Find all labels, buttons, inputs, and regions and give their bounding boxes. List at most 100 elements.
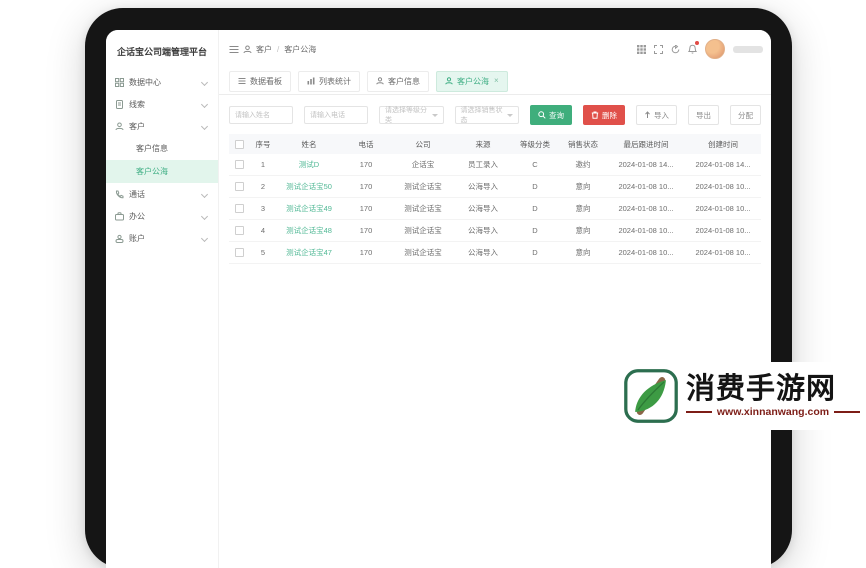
phone-icon bbox=[115, 190, 124, 199]
import-button[interactable]: 导入 bbox=[636, 105, 677, 125]
cell-source: 员工录入 bbox=[455, 154, 511, 176]
cell-created: 2024-01-08 10... bbox=[685, 219, 761, 242]
tab-customer-info[interactable]: 客户信息 bbox=[367, 70, 429, 92]
name-filter-input[interactable] bbox=[229, 106, 293, 124]
cell-status: 意向 bbox=[559, 197, 607, 220]
customer-icon bbox=[115, 122, 124, 131]
tab-data-dashboard[interactable]: 数据看板 bbox=[229, 70, 291, 92]
table-header-row: 序号 姓名 电话 公司 来源 等级分类 销售状态 最后跟进时间 创建时间 bbox=[229, 134, 761, 154]
row-checkbox[interactable] bbox=[234, 248, 244, 258]
chevron-down-icon bbox=[200, 190, 209, 198]
row-select-cell bbox=[229, 197, 249, 220]
sidebar: 企话宝公司端管理平台 数据中心 线索 客户 客户信息 客户公海 通话 办公 账户 bbox=[106, 30, 219, 568]
col-header-company: 公司 bbox=[391, 134, 455, 154]
search-button-label: 查询 bbox=[549, 110, 564, 120]
col-header-created: 创建时间 bbox=[685, 134, 761, 154]
tab-label: 列表统计 bbox=[319, 76, 351, 86]
sidebar-item-label: 办公 bbox=[129, 211, 145, 221]
cell-no: 1 bbox=[249, 154, 277, 176]
delete-button[interactable]: 删除 bbox=[583, 105, 625, 125]
table-row: 4 测试企话宝48 170 测试企话宝 公海导入 D 意向 2024-01-08 10... 2… bbox=[229, 219, 761, 242]
refresh-icon[interactable] bbox=[671, 44, 680, 54]
cell-company: 测试企话宝 bbox=[391, 241, 455, 264]
office-icon bbox=[115, 211, 124, 221]
cell-created: 2024-01-08 10... bbox=[685, 241, 761, 264]
select-all-checkbox[interactable] bbox=[234, 139, 244, 149]
table-row: 2 测试企话宝50 170 测试企话宝 公海导入 D 意向 2024-01-08 10... 2… bbox=[229, 175, 761, 198]
sidebar-item-label: 账户 bbox=[129, 233, 145, 243]
row-select-cell bbox=[229, 219, 249, 242]
cell-phone: 170 bbox=[341, 154, 391, 176]
assign-button[interactable]: 分配 bbox=[730, 105, 761, 125]
row-checkbox[interactable] bbox=[234, 204, 244, 214]
row-checkbox[interactable] bbox=[234, 226, 244, 236]
customer-table: 序号 姓名 电话 公司 来源 等级分类 销售状态 最后跟进时间 创建时间 1 测试… bbox=[229, 134, 761, 264]
site-watermark: 消费手游网 www.xinnanwang.com bbox=[619, 362, 866, 430]
pool-icon bbox=[445, 77, 453, 85]
phone-filter-input[interactable] bbox=[304, 106, 368, 124]
delete-button-label: 删除 bbox=[602, 110, 617, 120]
col-header-last-follow: 最后跟进时间 bbox=[607, 134, 685, 154]
tab-label: 客户信息 bbox=[388, 76, 420, 86]
row-checkbox[interactable] bbox=[234, 182, 244, 192]
site-name: 消费手游网 bbox=[686, 372, 837, 405]
cell-grade: D bbox=[511, 197, 559, 220]
row-checkbox[interactable] bbox=[234, 160, 244, 170]
cell-source: 公海导入 bbox=[455, 241, 511, 264]
sidebar-nav: 数据中心 线索 客户 客户信息 客户公海 通话 办公 账户 bbox=[106, 67, 218, 249]
user-avatar[interactable] bbox=[705, 39, 725, 59]
sidebar-item-label: 客户公海 bbox=[136, 167, 168, 176]
chevron-down-icon bbox=[431, 113, 438, 117]
topbar: 客户 / 客户公海 bbox=[219, 30, 771, 68]
site-url: www.xinnanwang.com bbox=[716, 406, 830, 419]
export-button[interactable]: 导出 bbox=[688, 105, 719, 125]
cell-company: 测试企话宝 bbox=[391, 175, 455, 198]
status-select[interactable]: 请选择销售状态 bbox=[454, 106, 519, 124]
cell-name[interactable]: 测试D bbox=[277, 154, 341, 176]
watermark-text-block: 消费手游网 www.xinnanwang.com bbox=[686, 372, 860, 419]
cell-company: 企话宝 bbox=[391, 154, 455, 176]
cell-no: 4 bbox=[249, 219, 277, 242]
sidebar-item-leads[interactable]: 线索 bbox=[106, 93, 218, 115]
sidebar-item-account[interactable]: 账户 bbox=[106, 227, 218, 249]
sidebar-item-customer-pool[interactable]: 客户公海 bbox=[106, 160, 218, 183]
search-button[interactable]: 查询 bbox=[530, 105, 572, 125]
upload-arrow-icon bbox=[644, 111, 651, 119]
trash-icon bbox=[591, 111, 599, 119]
sidebar-item-customers[interactable]: 客户 bbox=[106, 115, 218, 137]
cell-name[interactable]: 测试企话宝50 bbox=[277, 175, 341, 198]
sidebar-item-label: 客户 bbox=[129, 121, 145, 131]
cell-name[interactable]: 测试企话宝47 bbox=[277, 241, 341, 264]
tab-label: 数据看板 bbox=[250, 76, 282, 86]
breadcrumb: 客户 / 客户公海 bbox=[229, 44, 316, 55]
fullscreen-icon[interactable] bbox=[654, 44, 663, 54]
cell-grade: D bbox=[511, 241, 559, 264]
sidebar-item-data-center[interactable]: 数据中心 bbox=[106, 71, 218, 93]
close-tab-icon[interactable]: × bbox=[494, 77, 499, 85]
col-header-phone: 电话 bbox=[341, 134, 391, 154]
col-header-source: 来源 bbox=[455, 134, 511, 154]
tab-bar: 数据看板 列表统计 客户信息 客户公海 × bbox=[219, 68, 771, 95]
menu-grid-icon[interactable] bbox=[637, 44, 646, 54]
cell-last_follow: 2024-01-08 10... bbox=[607, 175, 685, 198]
bell-icon[interactable] bbox=[688, 41, 699, 54]
cell-name[interactable]: 测试企话宝48 bbox=[277, 219, 341, 242]
app-screen: 企话宝公司端管理平台 数据中心 线索 客户 客户信息 客户公海 通话 办公 账户… bbox=[106, 30, 771, 568]
sidebar-item-label: 数据中心 bbox=[129, 77, 161, 87]
sidebar-item-customer-info[interactable]: 客户信息 bbox=[106, 137, 218, 160]
export-button-label: 导出 bbox=[696, 110, 711, 120]
chevron-down-icon bbox=[200, 122, 209, 130]
cell-name[interactable]: 测试企话宝49 bbox=[277, 197, 341, 220]
sidebar-item-calls[interactable]: 通话 bbox=[106, 183, 218, 205]
sidebar-item-office[interactable]: 办公 bbox=[106, 205, 218, 227]
filter-bar: 请选择等级分类 请选择销售状态 查询 bbox=[229, 105, 761, 125]
stats-icon bbox=[307, 77, 315, 85]
cell-no: 2 bbox=[249, 175, 277, 198]
tab-list-statistics[interactable]: 列表统计 bbox=[298, 70, 360, 92]
breadcrumb-root[interactable]: 客户 bbox=[256, 44, 272, 55]
collapse-sidebar-icon[interactable] bbox=[229, 45, 239, 54]
cell-created: 2024-01-08 14... bbox=[685, 154, 761, 176]
grade-select[interactable]: 请选择等级分类 bbox=[379, 106, 444, 124]
tab-customer-pool[interactable]: 客户公海 × bbox=[436, 70, 508, 92]
cell-status: 意向 bbox=[559, 219, 607, 242]
